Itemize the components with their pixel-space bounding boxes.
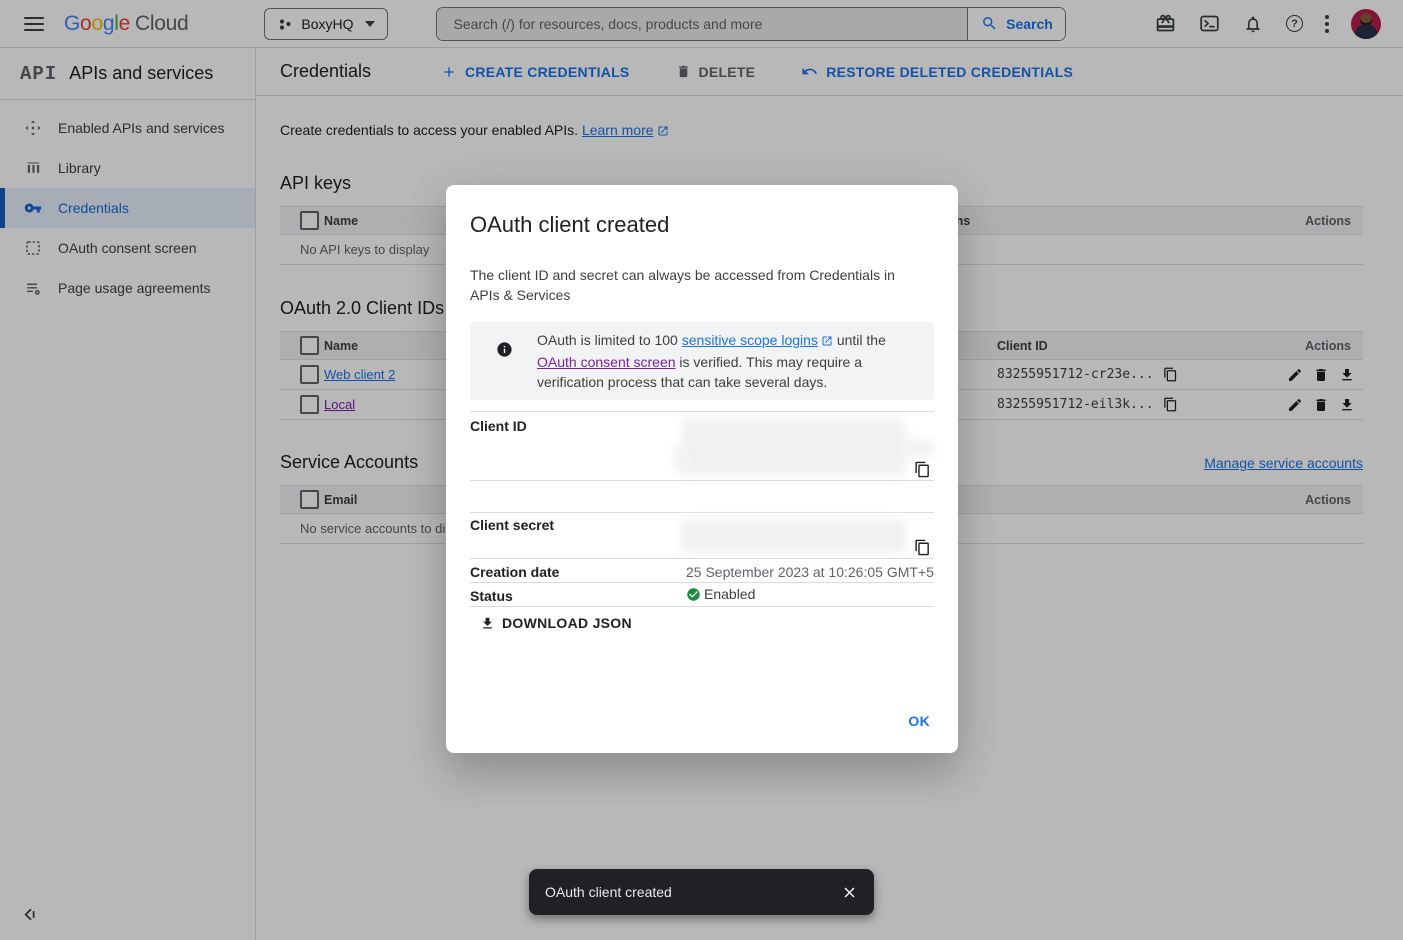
divider	[470, 582, 934, 583]
divider	[470, 558, 934, 559]
redacted-client-id	[682, 418, 906, 476]
oauth-consent-screen-link[interactable]: OAuth consent screen	[537, 354, 676, 370]
status-value: Enabled	[686, 586, 755, 602]
client-secret-label: Client secret	[470, 517, 554, 533]
sensitive-scope-logins-link[interactable]: sensitive scope logins	[682, 332, 818, 348]
download-icon	[480, 616, 495, 631]
check-circle-icon	[686, 587, 701, 602]
download-json-label: DOWNLOAD JSON	[502, 615, 632, 631]
toast-message: OAuth client created	[545, 884, 672, 900]
google-cloud-console: Google Cloud BoxyHQ Search ? API	[0, 0, 1403, 940]
divider	[470, 411, 934, 412]
redacted-client-id	[906, 440, 934, 457]
client-id-label: Client ID	[470, 418, 527, 434]
toast-snackbar: OAuth client created	[529, 869, 874, 915]
copy-client-id-icon[interactable]	[914, 461, 931, 481]
external-link-icon	[821, 332, 833, 352]
ok-button[interactable]: OK	[896, 705, 942, 737]
divider	[470, 480, 934, 481]
creation-date-value: 25 September 2023 at 10:26:05 GMT+5	[686, 564, 934, 580]
status-text: Enabled	[704, 586, 755, 602]
close-icon[interactable]	[841, 884, 858, 901]
divider	[470, 606, 934, 607]
dialog-title: OAuth client created	[470, 212, 669, 238]
dialog-subtitle: The client ID and secret can always be a…	[470, 265, 918, 305]
info-icon	[496, 341, 513, 363]
oauth-client-created-dialog: OAuth client created The client ID and s…	[446, 185, 958, 753]
notice-mid: until the	[833, 332, 886, 348]
notice-text: OAuth is limited to 100 sensitive scope …	[537, 330, 911, 392]
creation-date-label: Creation date	[470, 564, 559, 580]
download-json-button[interactable]: DOWNLOAD JSON	[480, 615, 632, 631]
status-label: Status	[470, 588, 513, 604]
redacted-client-id	[674, 445, 686, 473]
verification-notice: OAuth is limited to 100 sensitive scope …	[470, 322, 934, 400]
divider	[470, 512, 934, 513]
notice-pre: OAuth is limited to 100	[537, 332, 682, 348]
redacted-client-secret	[680, 519, 906, 553]
copy-client-secret-icon[interactable]	[914, 539, 931, 559]
